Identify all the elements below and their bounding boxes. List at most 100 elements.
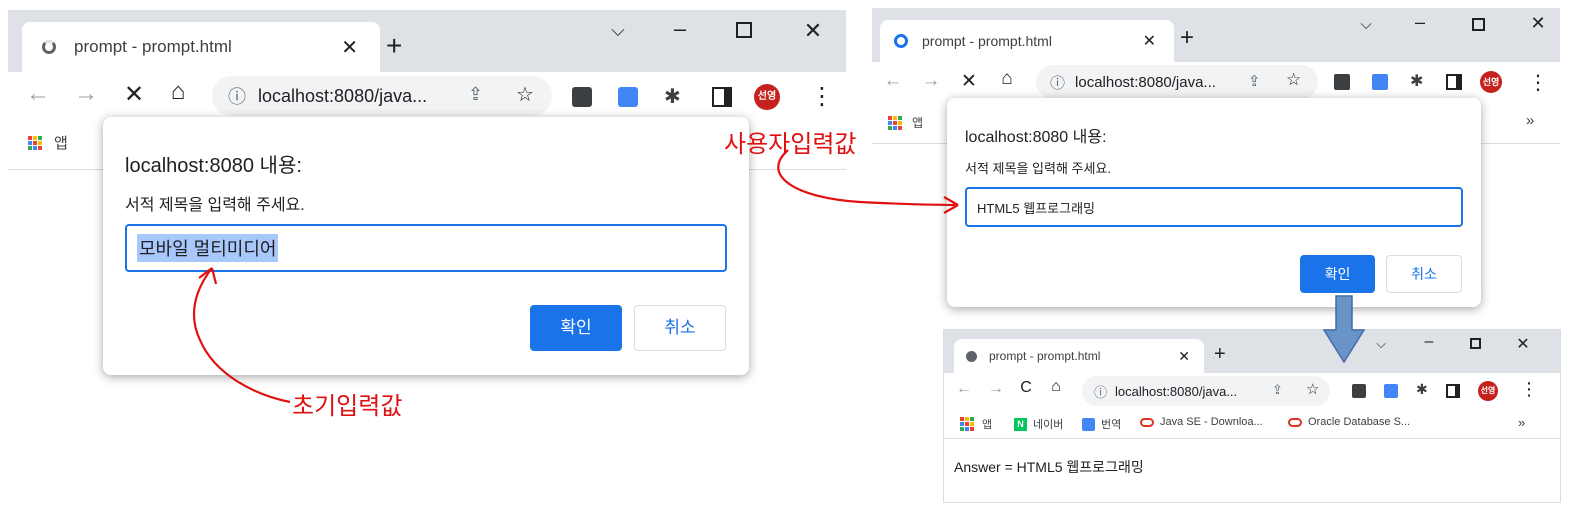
browser-window-right-bottom: prompt - prompt.html ✕ + ⌵ – ✕ ← → C ⌂ ⓘ… xyxy=(944,330,1560,502)
bookmark-naver[interactable]: N 네이버 xyxy=(1014,416,1063,432)
side-panel-icon[interactable] xyxy=(1446,74,1462,90)
home-button[interactable]: ⌂ xyxy=(164,78,192,106)
address-bar[interactable]: ⓘ localhost:8080/java... ⇪ ☆ xyxy=(1082,376,1330,406)
ok-button[interactable]: 확인 xyxy=(1300,255,1375,293)
dialog-heading: localhost:8080 내용: xyxy=(965,129,1107,146)
bookmark-apps[interactable]: 앱 xyxy=(28,132,68,153)
extension-icon[interactable] xyxy=(572,87,592,107)
extension-icon[interactable] xyxy=(1352,384,1366,398)
cancel-button[interactable]: 취소 xyxy=(1386,255,1462,293)
translate-icon[interactable] xyxy=(1372,74,1388,90)
minimize-button[interactable]: – xyxy=(668,16,692,42)
bookmark-label: 번역 xyxy=(1101,419,1122,431)
new-tab-button[interactable]: + xyxy=(386,30,402,62)
bookmarks-overflow-button[interactable]: » xyxy=(1518,415,1525,430)
translate-icon[interactable] xyxy=(1384,384,1398,398)
url-text: localhost:8080/java... xyxy=(1115,383,1238,399)
tab-search-icon[interactable]: ⌵ xyxy=(1356,16,1376,33)
tab-title: prompt - prompt.html xyxy=(989,349,1101,363)
prompt-input[interactable]: HTML5 웹프로그래밍 xyxy=(965,187,1463,227)
tab-prompt[interactable]: prompt - prompt.html ✕ xyxy=(954,339,1204,373)
share-icon[interactable]: ⇪ xyxy=(468,84,483,105)
page-content: Answer = HTML5 웹프로그래밍 xyxy=(944,439,1560,502)
apps-label: 앱 xyxy=(54,135,68,152)
avatar[interactable]: 선영 xyxy=(1480,71,1502,93)
toolbar: ← → ✕ ⌂ ⓘ localhost:8080/java... ⇪ ☆ ✱ 선… xyxy=(8,72,846,120)
translate-icon xyxy=(1082,417,1095,431)
input-value: 모바일 멀티미디어 xyxy=(137,234,279,262)
avatar[interactable]: 선영 xyxy=(1478,381,1498,401)
maximize-button[interactable] xyxy=(1472,18,1485,31)
dialog-heading: localhost:8080 내용: xyxy=(125,155,302,177)
tab-search-icon[interactable]: ⌵ xyxy=(1372,336,1390,352)
back-button[interactable]: ← xyxy=(882,70,904,92)
bookmark-apps[interactable]: 앱 xyxy=(960,416,992,432)
minimize-button[interactable]: – xyxy=(1420,333,1438,351)
bookmarks-overflow-button[interactable]: » xyxy=(1526,112,1534,129)
input-value: HTML5 웹프로그래밍 xyxy=(977,200,1095,216)
loading-icon xyxy=(42,40,56,54)
menu-icon[interactable]: ⋮ xyxy=(1528,70,1548,95)
extension-icon[interactable] xyxy=(1334,74,1350,90)
menu-icon[interactable]: ⋮ xyxy=(810,82,834,111)
close-window-button[interactable]: ✕ xyxy=(1528,13,1548,34)
menu-icon[interactable]: ⋮ xyxy=(1520,379,1538,400)
share-icon[interactable]: ⇪ xyxy=(1272,382,1283,398)
tab-close-icon[interactable]: ✕ xyxy=(1143,31,1156,51)
translate-icon[interactable] xyxy=(618,87,638,107)
forward-button[interactable]: → xyxy=(72,80,100,108)
home-button[interactable]: ⌂ xyxy=(1046,378,1066,396)
cancel-button[interactable]: 취소 xyxy=(634,305,726,351)
tab-close-icon[interactable]: ✕ xyxy=(341,35,358,60)
side-panel-icon[interactable] xyxy=(712,87,732,107)
ok-button[interactable]: 확인 xyxy=(530,305,622,351)
minimize-button[interactable]: – xyxy=(1410,12,1430,33)
bookmark-oracle-db[interactable]: Oracle Database S... xyxy=(1288,416,1410,428)
oracle-icon xyxy=(1140,417,1154,427)
bookmark-label: 네이버 xyxy=(1033,419,1064,431)
address-bar[interactable]: ⓘ localhost:8080/java... ⇪ ☆ xyxy=(1036,65,1318,99)
stop-button[interactable]: ✕ xyxy=(958,70,980,93)
maximize-button[interactable] xyxy=(1470,338,1481,349)
address-bar[interactable]: ⓘ localhost:8080/java... ⇪ ☆ xyxy=(212,76,552,116)
bookmark-star-icon[interactable]: ☆ xyxy=(1286,70,1301,90)
tab-prompt[interactable]: prompt - prompt.html ✕ xyxy=(22,22,380,72)
maximize-button[interactable] xyxy=(736,22,752,38)
new-tab-button[interactable]: + xyxy=(1180,24,1194,52)
bookmark-apps[interactable]: 앱 xyxy=(888,114,923,131)
bookmark-translate[interactable]: 번역 xyxy=(1082,416,1121,432)
tab-prompt[interactable]: prompt - prompt.html ✕ xyxy=(880,20,1174,62)
home-button[interactable]: ⌂ xyxy=(996,68,1018,90)
puzzle-icon[interactable]: ✱ xyxy=(664,84,681,109)
stop-button[interactable]: ✕ xyxy=(120,80,148,109)
bookmark-star-icon[interactable]: ☆ xyxy=(1306,380,1319,398)
share-icon[interactable]: ⇪ xyxy=(1248,72,1261,90)
back-button[interactable]: ← xyxy=(24,80,52,108)
puzzle-icon[interactable]: ✱ xyxy=(1410,71,1423,91)
apps-icon xyxy=(960,417,974,431)
tab-close-icon[interactable]: ✕ xyxy=(1178,348,1190,365)
puzzle-icon[interactable]: ✱ xyxy=(1416,381,1428,398)
tab-title: prompt - prompt.html xyxy=(922,33,1052,49)
url-text: localhost:8080/java... xyxy=(258,85,428,106)
tab-search-icon[interactable]: ⌵ xyxy=(606,20,630,41)
apps-label: 앱 xyxy=(982,419,993,431)
site-info-icon[interactable]: ⓘ xyxy=(1050,72,1065,93)
prompt-input[interactable]: 모바일 멀티미디어 xyxy=(125,224,727,272)
bookmark-java-se[interactable]: Java SE - Downloa... xyxy=(1140,416,1263,428)
avatar[interactable]: 선영 xyxy=(754,84,780,110)
forward-button[interactable]: → xyxy=(986,380,1006,398)
close-window-button[interactable]: ✕ xyxy=(1514,334,1532,354)
reload-button[interactable]: C xyxy=(1016,379,1036,397)
new-tab-button[interactable]: + xyxy=(1214,343,1226,366)
back-button[interactable]: ← xyxy=(954,380,974,398)
close-window-button[interactable]: ✕ xyxy=(801,18,825,44)
answer-text: Answer = HTML5 웹프로그래밍 xyxy=(954,459,1144,475)
side-panel-icon[interactable] xyxy=(1446,384,1460,398)
bookmark-star-icon[interactable]: ☆ xyxy=(516,82,534,107)
prompt-dialog-filled: localhost:8080 내용: 서적 제목을 입력해 주세요. HTML5… xyxy=(947,98,1481,307)
bookmark-label: Java SE - Downloa... xyxy=(1160,416,1263,428)
site-info-icon[interactable]: ⓘ xyxy=(1094,382,1107,401)
site-info-icon[interactable]: ⓘ xyxy=(228,83,246,109)
forward-button[interactable]: → xyxy=(920,70,942,92)
